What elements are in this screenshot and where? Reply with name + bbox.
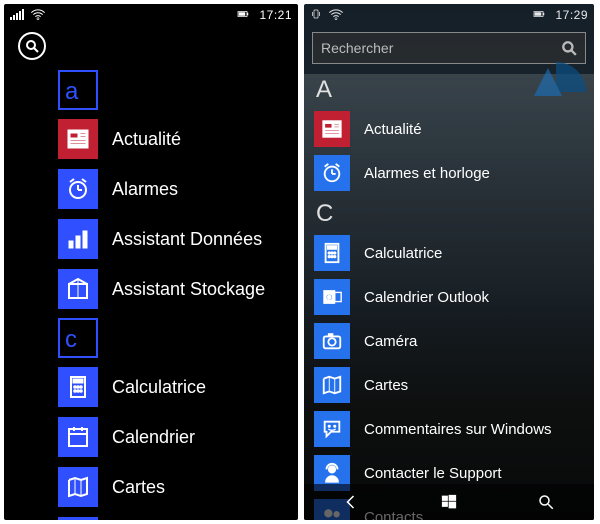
wifi-icon (328, 7, 344, 24)
alarm-icon (314, 155, 350, 191)
news-icon (314, 111, 350, 147)
app-label: Contacter le Support (364, 465, 502, 482)
nav-search-button[interactable] (497, 484, 594, 520)
battery-icon (233, 8, 253, 23)
app-assistant-stockage[interactable]: Assistant Stockage (58, 266, 292, 312)
search-placeholder: Rechercher (321, 40, 393, 56)
app-label: Calculatrice (364, 245, 442, 262)
app-actualite[interactable]: Actualité (58, 116, 292, 162)
nav-bar (304, 484, 594, 520)
app-contacts[interactable]: Contacts (58, 514, 292, 520)
status-time: 17:29 (555, 8, 588, 22)
map-icon (314, 367, 350, 403)
app-calendrier[interactable]: Calendrier (58, 414, 292, 460)
phone-w10m: 17:29 Rechercher A Actualité Alarmes et … (304, 4, 594, 520)
battery-icon (529, 8, 549, 23)
outlook-icon (314, 279, 350, 315)
group-header-c[interactable]: C (316, 200, 584, 228)
app-label: Assistant Stockage (112, 279, 265, 300)
windows-icon (440, 493, 458, 511)
status-time: 17:21 (259, 8, 292, 22)
group-header-a[interactable]: a (58, 70, 98, 110)
signal-icon (10, 10, 24, 20)
feedback-icon (314, 411, 350, 447)
app-cartes[interactable]: Cartes (314, 364, 584, 406)
app-alarmes-horloge[interactable]: Alarmes et horloge (314, 152, 584, 194)
app-label: Commentaires sur Windows (364, 421, 552, 438)
box-icon (58, 269, 98, 309)
calculator-icon (314, 235, 350, 271)
wifi-icon (30, 7, 46, 24)
app-label: Caméra (364, 333, 417, 350)
news-icon (58, 119, 98, 159)
search-icon (561, 40, 577, 56)
app-label: Alarmes (112, 179, 178, 200)
group-header-c[interactable]: c (58, 318, 98, 358)
app-calculatrice[interactable]: Calculatrice (314, 232, 584, 274)
people-icon (58, 517, 98, 520)
app-label: Cartes (364, 377, 408, 394)
status-bar: 17:29 (304, 4, 594, 26)
search-button[interactable] (18, 32, 46, 60)
app-alarmes[interactable]: Alarmes (58, 166, 292, 212)
app-list[interactable]: a Actualité Alarmes Assistant Données As… (4, 62, 298, 520)
app-label: Calendrier (112, 427, 195, 448)
watermark-logo (534, 62, 586, 100)
app-camera[interactable]: Caméra (314, 320, 584, 362)
calendar-icon (58, 417, 98, 457)
back-icon (343, 493, 361, 511)
app-label: Actualité (112, 129, 181, 150)
app-assistant-donnees[interactable]: Assistant Données (58, 216, 292, 262)
app-label: Cartes (112, 477, 165, 498)
app-calculatrice[interactable]: Calculatrice (58, 364, 292, 410)
phone-wp81: 17:21 a Actualité Alarmes Assistant Donn… (4, 4, 298, 520)
app-commentaires[interactable]: Commentaires sur Windows (314, 408, 584, 450)
app-label: Calculatrice (112, 377, 206, 398)
app-label: Assistant Données (112, 229, 262, 250)
search-icon (537, 493, 555, 511)
app-calendrier-outlook[interactable]: Calendrier Outlook (314, 276, 584, 318)
search-input[interactable]: Rechercher (312, 32, 586, 64)
alarm-icon (58, 169, 98, 209)
status-bar: 17:21 (4, 4, 298, 26)
app-label: Alarmes et horloge (364, 165, 490, 182)
calculator-icon (58, 367, 98, 407)
app-label: Actualité (364, 121, 422, 138)
nav-back-button[interactable] (304, 484, 401, 520)
vibrate-icon (310, 7, 322, 24)
app-label: Calendrier Outlook (364, 289, 489, 306)
app-cartes[interactable]: Cartes (58, 464, 292, 510)
camera-icon (314, 323, 350, 359)
search-icon (25, 39, 39, 53)
map-icon (58, 467, 98, 507)
app-list[interactable]: A Actualité Alarmes et horloge C Calcula… (304, 76, 594, 520)
nav-start-button[interactable] (401, 484, 498, 520)
app-actualite[interactable]: Actualité (314, 108, 584, 150)
data-bars-icon (58, 219, 98, 259)
